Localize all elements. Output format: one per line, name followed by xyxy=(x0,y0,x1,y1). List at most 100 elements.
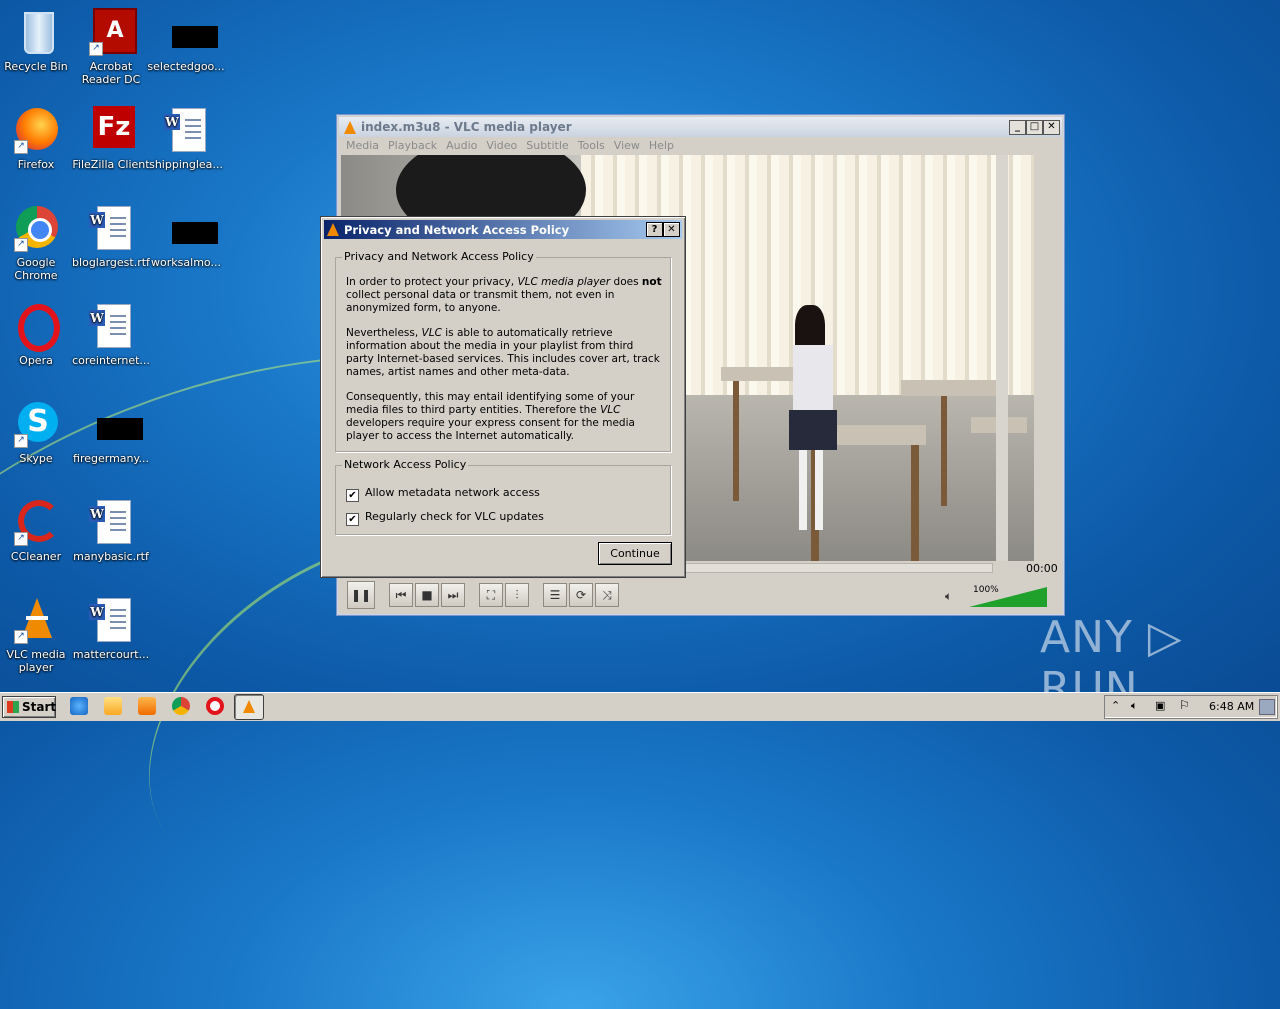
start-label: Start xyxy=(22,700,57,714)
speaker-icon[interactable]: 🔈︎ xyxy=(945,589,952,604)
playlist-button[interactable]: ☰ xyxy=(543,583,567,607)
ccleaner-icon: ↗ xyxy=(12,498,60,546)
menu-playback[interactable]: Playback xyxy=(388,139,437,152)
pause-button[interactable]: ❚❚ xyxy=(347,581,375,609)
metadata-access-checkbox[interactable]: ✔ Allow metadata network access xyxy=(346,486,540,502)
windows-logo-icon xyxy=(7,701,19,713)
desktop-icon-vlc[interactable]: ↗ VLC media player xyxy=(0,596,75,674)
desktop-icon-label: mattercourt... xyxy=(72,648,150,661)
checkbox-label: Regularly check for VLC updates xyxy=(365,510,544,523)
desktop-icon-bloglargest[interactable]: W bloglargest.rtf xyxy=(72,204,150,269)
text: In order to protect your privacy, xyxy=(346,276,518,288)
time-display: 00:00 xyxy=(1026,562,1058,575)
desktop-icon-label: shippinglea... xyxy=(149,158,223,171)
help-button[interactable]: ? xyxy=(646,222,663,237)
text: VLC xyxy=(421,327,442,339)
fullscreen-button[interactable]: ⛶ xyxy=(479,583,503,607)
opera-taskbar-icon[interactable] xyxy=(206,697,224,715)
file-icon xyxy=(87,400,143,448)
firefox-icon: ↗ xyxy=(12,106,60,154)
desktop-icon-ccleaner[interactable]: ↗ CCleaner xyxy=(0,498,75,563)
file-explorer-icon[interactable] xyxy=(104,697,122,715)
desktop-icon-shippinglea[interactable]: W shippinglea... xyxy=(147,106,225,171)
desktop-icon-firefox[interactable]: ↗ Firefox xyxy=(0,106,75,171)
desktop-icon-recycle-bin[interactable]: Recycle Bin xyxy=(0,8,75,73)
menu-media[interactable]: Media xyxy=(346,139,379,152)
internet-explorer-icon[interactable] xyxy=(70,697,88,715)
desktop-icon-mattercourt[interactable]: W mattercourt... xyxy=(72,596,150,661)
desktop-icon-opera[interactable]: Opera xyxy=(0,302,75,367)
vlc-title-bar[interactable]: index.m3u8 - VLC media player _ □ ✕ xyxy=(339,117,1062,137)
desktop-icon-label: Opera xyxy=(19,354,53,367)
desktop-icon-worksalmo[interactable]: worksalmo... xyxy=(147,204,225,269)
vlc-cone-icon xyxy=(243,700,255,713)
menu-audio[interactable]: Audio xyxy=(446,139,477,152)
volume-label: 100% xyxy=(973,585,999,595)
start-button[interactable]: Start xyxy=(2,696,56,718)
word-document-icon: W xyxy=(87,302,135,350)
desktop-icon-label: coreinternet... xyxy=(72,354,150,367)
chrome-taskbar-icon[interactable] xyxy=(172,697,190,715)
continue-button[interactable]: Continue xyxy=(598,542,672,565)
file-icon xyxy=(162,8,218,56)
volume-tray-icon[interactable]: 🔈︎ xyxy=(1131,699,1138,713)
menu-help[interactable]: Help xyxy=(649,139,674,152)
word-document-icon: W xyxy=(87,596,135,644)
menu-subtitle[interactable]: Subtitle xyxy=(526,139,568,152)
maximize-button[interactable]: □ xyxy=(1026,120,1043,135)
desktop-icon-label: firegermany... xyxy=(73,452,149,465)
desktop-icon-label: Acrobat Reader DC xyxy=(81,60,141,86)
shortcut-arrow-icon: ↗ xyxy=(14,532,28,546)
opera-icon xyxy=(12,302,60,352)
shortcut-arrow-icon: ↗ xyxy=(14,140,28,154)
volume-slider[interactable]: 100% xyxy=(969,585,1047,607)
desktop-icon-label: CCleaner xyxy=(10,550,62,563)
desktop-icon-coreinternet[interactable]: W coreinternet... xyxy=(72,302,150,367)
dialog-close-button[interactable]: ✕ xyxy=(663,222,680,237)
network-tray-icon[interactable]: ▣ xyxy=(1155,699,1165,712)
desktop-icon-skype[interactable]: S ↗ Skype xyxy=(0,400,75,465)
shuffle-button[interactable]: ⤨ xyxy=(595,583,619,607)
word-document-icon: W xyxy=(87,204,135,252)
desktop-icon-label: Google Chrome xyxy=(14,256,58,282)
menu-tools[interactable]: Tools xyxy=(578,139,605,152)
desktop-icon-label: Recycle Bin xyxy=(4,60,68,73)
media-player-icon[interactable] xyxy=(138,697,156,715)
desktop-icon-acrobat[interactable]: A ↗ Acrobat Reader DC xyxy=(72,8,150,86)
show-desktop-button[interactable] xyxy=(1259,699,1275,715)
vlc-menu-bar: Media Playback Audio Video Subtitle Tools View… xyxy=(339,138,1062,154)
filezilla-icon: Fz xyxy=(87,106,135,154)
taskbar: Start ⌃ 🔈︎ ▣ ⚐ 6:48 AM xyxy=(0,692,1280,721)
close-button[interactable]: ✕ xyxy=(1043,120,1060,135)
desktop-icon-firegermany[interactable]: firegermany... xyxy=(72,400,150,465)
video-scene xyxy=(789,305,837,545)
dialog-title-bar[interactable]: Privacy and Network Access Policy ? ✕ xyxy=(324,220,682,239)
menu-view[interactable]: View xyxy=(614,139,640,152)
shortcut-arrow-icon: ↗ xyxy=(14,238,28,252)
desktop-icon-selectedgoo[interactable]: selectedgoo... xyxy=(147,8,225,73)
desktop-icon-manybasic[interactable]: W manybasic.rtf xyxy=(72,498,150,563)
taskbar-clock[interactable]: 6:48 AM xyxy=(1209,700,1254,713)
text: Consequently, this may entail identifyin… xyxy=(346,391,635,416)
privacy-paragraph-2: Nevertheless, VLC is able to automatical… xyxy=(346,327,664,379)
group-title: Network Access Policy xyxy=(342,458,469,471)
desktop-icon-chrome[interactable]: ↗ Google Chrome xyxy=(0,204,75,282)
action-center-flag-icon[interactable]: ⚐ xyxy=(1179,698,1190,712)
desktop-icon-filezilla[interactable]: Fz FileZilla Client xyxy=(72,106,150,171)
shortcut-arrow-icon: ↗ xyxy=(89,42,103,56)
menu-video[interactable]: Video xyxy=(486,139,517,152)
text: VLC media player xyxy=(517,276,611,288)
text: Nevertheless, xyxy=(346,327,422,339)
loop-button[interactable]: ⟳ xyxy=(569,583,593,607)
dialog-title: Privacy and Network Access Policy xyxy=(344,223,570,237)
previous-button[interactable]: ⏮ xyxy=(389,583,413,607)
extended-settings-button[interactable]: ⫶ xyxy=(505,583,529,607)
check-updates-checkbox[interactable]: ✔ Regularly check for VLC updates xyxy=(346,510,544,526)
tray-expand-icon[interactable]: ⌃ xyxy=(1111,699,1120,712)
text: developers require your express consent … xyxy=(346,417,635,442)
vlc-taskbar-button[interactable] xyxy=(234,694,264,720)
privacy-group: Privacy and Network Access Policy In ord… xyxy=(335,250,671,452)
minimize-button[interactable]: _ xyxy=(1009,120,1026,135)
next-button[interactable]: ⏭ xyxy=(441,583,465,607)
stop-button[interactable]: ■ xyxy=(415,583,439,607)
